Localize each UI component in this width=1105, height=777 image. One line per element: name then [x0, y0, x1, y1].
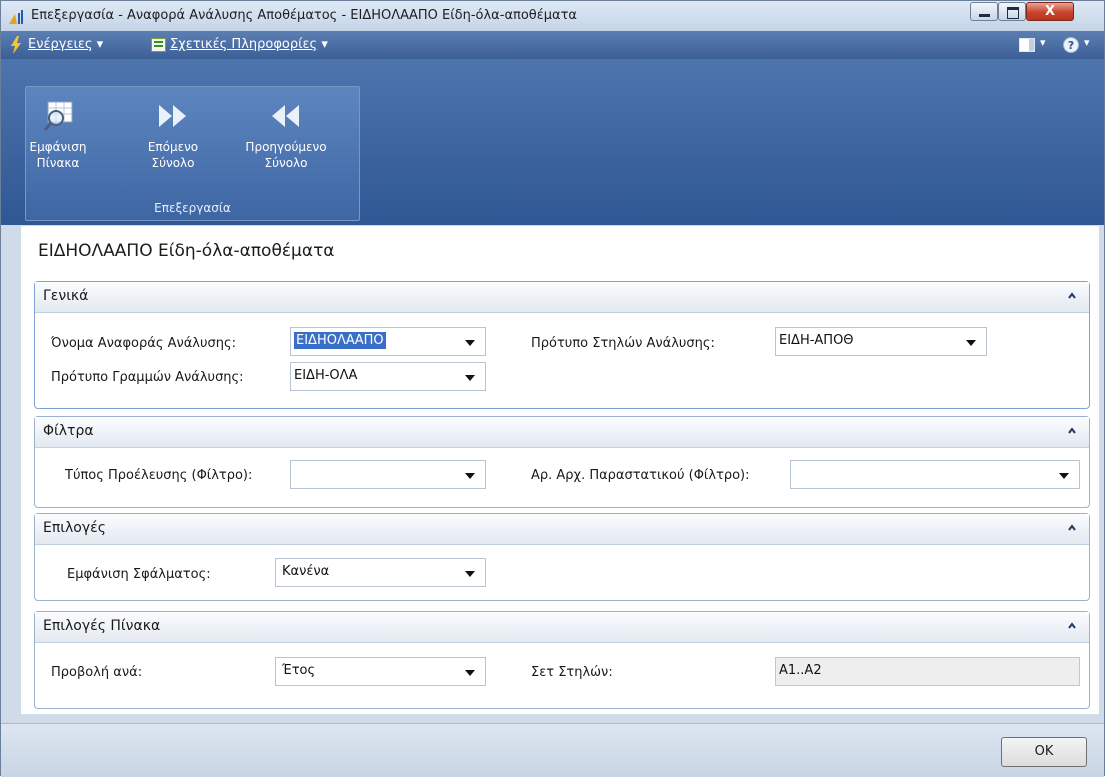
chevron-down-icon[interactable]: [465, 670, 475, 676]
actions-menu[interactable]: Ενέργειες ▾: [28, 37, 103, 52]
related-info-icon: [151, 38, 166, 52]
column-set-value: A1..A2: [779, 663, 822, 678]
related-info-menu[interactable]: Σχετικές Πληροφορίες ▾: [170, 37, 328, 52]
source-type-filter-label: Τύπος Προέλευσης (Φίλτρο):: [65, 468, 253, 483]
column-template-field[interactable]: ΕΙΔΗ-ΑΠΟΘ: [775, 327, 987, 356]
source-type-filter-field[interactable]: [290, 460, 486, 489]
help-dropdown-icon[interactable]: ▾: [1084, 36, 1090, 49]
chevron-down-icon[interactable]: [966, 340, 976, 346]
line-template-value: ΕΙΔΗ-ΟΛΑ: [294, 368, 358, 383]
show-error-label: Εμφάνιση Σφάλματος:: [67, 567, 211, 582]
chevron-up-icon[interactable]: [1067, 621, 1077, 631]
app-logo-icon: [9, 10, 23, 24]
section-matrix-options-title: Επιλογές Πίνακα: [43, 618, 161, 634]
report-name-field[interactable]: ΕΙΔΗΟΛΑΑΠΟ: [290, 327, 486, 356]
ribbon-group-label: Επεξεργασία: [154, 201, 231, 215]
chevron-down-icon[interactable]: [1059, 473, 1069, 479]
layout-icon[interactable]: [1019, 38, 1035, 52]
ribbon-group-edit: Εμφάνιση Πίνακα Επόμενο Σύνολο Προηγούμε…: [25, 86, 360, 221]
section-general-title: Γενικά: [43, 288, 89, 304]
section-options: Επιλογές: [34, 513, 1090, 601]
view-by-value: Έτος: [282, 663, 316, 678]
next-set-label-1: Επόμενο: [147, 140, 199, 154]
view-by-field[interactable]: Έτος: [275, 657, 486, 686]
help-icon[interactable]: ?: [1063, 37, 1079, 53]
line-template-field[interactable]: ΕΙΔΗ-ΟΛΑ: [290, 362, 486, 391]
show-matrix-icon: [43, 101, 73, 131]
maximize-button[interactable]: [998, 2, 1026, 21]
previous-set-icon: [272, 105, 299, 127]
report-name-value: ΕΙΔΗΟΛΑΑΠΟ: [294, 332, 386, 349]
chevron-down-icon[interactable]: [465, 375, 475, 381]
maximize-icon: [1007, 7, 1019, 19]
title-bar: Επεξεργασία - Αναφορά Ανάλυσης Αποθέματο…: [1, 1, 1104, 31]
minimize-icon: [979, 14, 990, 17]
bottom-bar: [1, 723, 1104, 777]
menu-bar: Ενέργειες ▾ Σχετικές Πληροφορίες ▾ ▾ ? ▾: [1, 31, 1104, 59]
minimize-button[interactable]: [970, 2, 998, 21]
show-matrix-label-2: Πίνακα: [36, 156, 80, 170]
column-set-field: A1..A2: [775, 657, 1080, 686]
line-template-label: Πρότυπο Γραμμών Ανάλυσης:: [51, 370, 244, 385]
chevron-up-icon[interactable]: [1067, 523, 1077, 533]
show-error-value: Κανένα: [282, 564, 330, 579]
section-general-header[interactable]: Γενικά: [35, 282, 1089, 313]
ok-button[interactable]: OK: [1001, 737, 1087, 767]
show-error-field[interactable]: Κανένα: [275, 558, 486, 587]
show-matrix-button[interactable]: Εμφάνιση Πίνακα: [29, 99, 87, 171]
close-button[interactable]: X: [1026, 2, 1074, 21]
previous-set-button[interactable]: Προηγούμενο Σύνολο: [231, 99, 341, 171]
column-template-label: Πρότυπο Στηλών Ανάλυσης:: [531, 336, 715, 351]
chevron-down-icon[interactable]: [465, 571, 475, 577]
page-title: ΕΙΔΗΟΛΑΑΠΟ Είδη-όλα-αποθέματα: [38, 241, 335, 261]
chevron-down-icon[interactable]: [465, 473, 475, 479]
view-by-label: Προβολή ανά:: [51, 665, 143, 680]
chevron-up-icon[interactable]: [1067, 426, 1077, 436]
lightning-icon: [11, 36, 21, 54]
section-filters-header[interactable]: Φίλτρα: [35, 417, 1089, 448]
window-title: Επεξεργασία - Αναφορά Ανάλυσης Αποθέματο…: [31, 8, 578, 23]
previous-set-label-1: Προηγούμενο: [245, 140, 327, 154]
show-matrix-label-1: Εμφάνιση: [29, 140, 87, 154]
column-template-value: ΕΙΔΗ-ΑΠΟΘ: [779, 333, 854, 348]
application-window: Επεξεργασία - Αναφορά Ανάλυσης Αποθέματο…: [0, 0, 1105, 777]
section-options-title: Επιλογές: [43, 520, 106, 536]
next-set-label-2: Σύνολο: [151, 156, 195, 170]
svg-text:?: ?: [1068, 39, 1074, 52]
doc-no-filter-field[interactable]: [790, 460, 1080, 489]
next-set-icon: [159, 105, 186, 127]
section-filters-title: Φίλτρα: [43, 423, 94, 439]
next-set-button[interactable]: Επόμενο Σύνολο: [136, 99, 210, 171]
section-options-header[interactable]: Επιλογές: [35, 514, 1089, 545]
doc-no-filter-label: Αρ. Αρχ. Παραστατικού (Φίλτρο):: [531, 468, 750, 483]
section-matrix-options-header[interactable]: Επιλογές Πίνακα: [35, 612, 1089, 643]
report-name-label: Όνομα Αναφοράς Ανάλυσης:: [51, 336, 237, 351]
chevron-down-icon[interactable]: [465, 340, 475, 346]
column-set-label: Σετ Στηλών:: [531, 665, 613, 680]
previous-set-label-2: Σύνολο: [264, 156, 308, 170]
layout-dropdown-icon[interactable]: ▾: [1040, 36, 1046, 49]
chevron-up-icon[interactable]: [1067, 291, 1077, 301]
